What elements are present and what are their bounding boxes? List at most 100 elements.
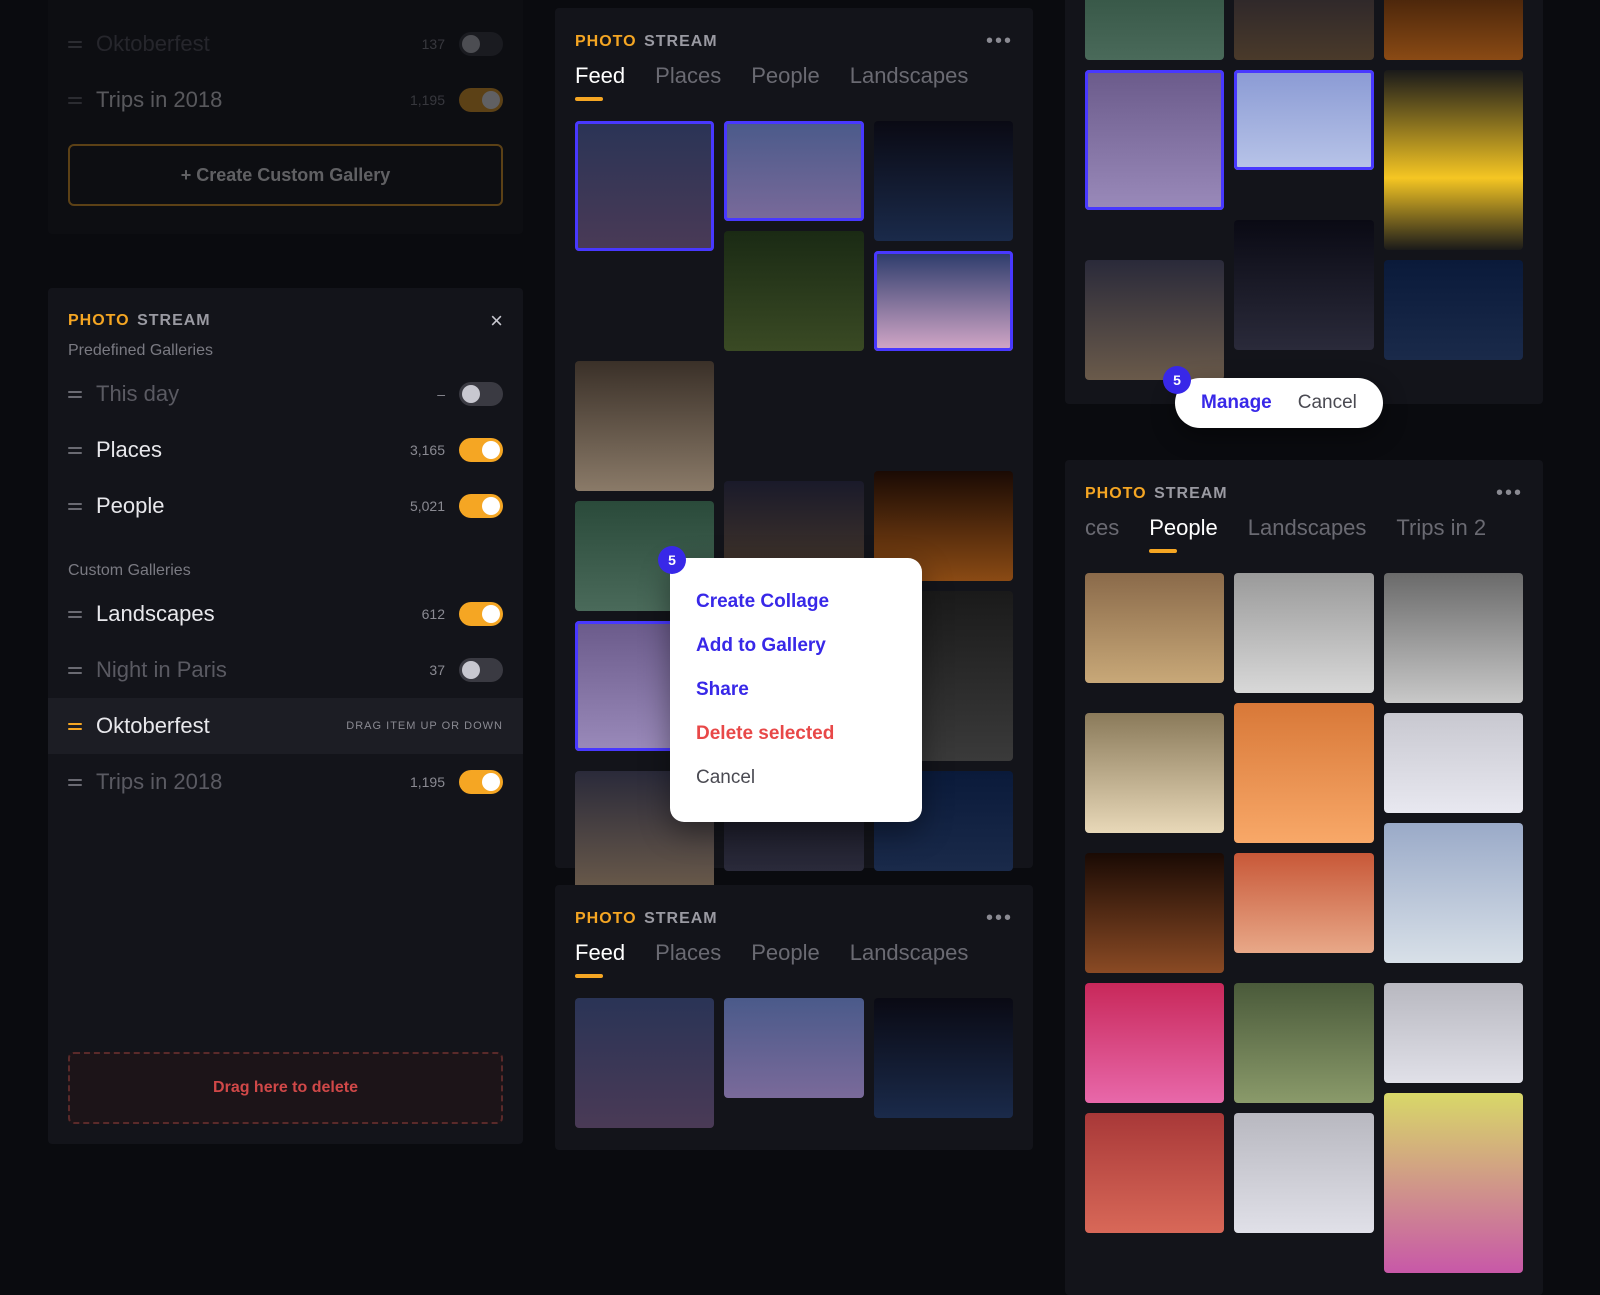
drag-icon[interactable] <box>68 97 82 104</box>
tab-feed[interactable]: Feed <box>575 940 625 978</box>
thumb[interactable] <box>874 121 1013 241</box>
photo-stream-people-panel: PHOTO STREAM ••• ces People Landscapes T… <box>1065 460 1543 1295</box>
gallery-toggle[interactable] <box>459 658 503 682</box>
gallery-row[interactable]: Night in Paris 37 <box>68 642 503 698</box>
tab-places[interactable]: Places <box>655 63 721 101</box>
gallery-row[interactable]: Trips in 2018 1,195 <box>68 754 503 810</box>
thumb[interactable] <box>1234 70 1373 170</box>
more-icon[interactable]: ••• <box>986 907 1013 930</box>
drag-icon[interactable] <box>68 391 82 398</box>
gallery-toggle[interactable] <box>459 32 503 56</box>
tab-people[interactable]: People <box>751 63 820 101</box>
tab-places-partial[interactable]: ces <box>1085 515 1119 553</box>
cancel-button[interactable]: Cancel <box>1298 392 1357 414</box>
thumb[interactable] <box>1085 0 1224 60</box>
thumb[interactable] <box>575 361 714 491</box>
gallery-row[interactable]: Landscapes 612 <box>68 586 503 642</box>
thumb[interactable] <box>575 998 714 1128</box>
photo-stream-selection-panel: 5 Manage Cancel <box>1065 0 1543 404</box>
thumb[interactable] <box>1085 853 1224 973</box>
thumb[interactable] <box>1234 220 1373 350</box>
thumb[interactable] <box>1234 703 1373 843</box>
drag-icon[interactable] <box>68 611 82 618</box>
drag-icon[interactable] <box>68 447 82 454</box>
thumb[interactable] <box>1384 260 1523 360</box>
thumb[interactable] <box>1384 983 1523 1083</box>
gallery-count: 137 <box>405 36 445 52</box>
thumb[interactable] <box>1085 983 1224 1103</box>
menu-share[interactable]: Share <box>696 668 896 712</box>
thumb[interactable] <box>1384 573 1523 703</box>
drag-hint: DRAG ITEM UP OR DOWN <box>346 720 503 732</box>
menu-delete-selected[interactable]: Delete selected <box>696 712 896 756</box>
thumb[interactable] <box>575 121 714 251</box>
close-icon[interactable]: × <box>490 308 503 334</box>
menu-cancel[interactable]: Cancel <box>696 756 896 800</box>
tab-landscapes[interactable]: Landscapes <box>1248 515 1367 553</box>
thumb[interactable] <box>1384 823 1523 963</box>
gallery-toggle[interactable] <box>459 602 503 626</box>
gallery-row[interactable]: This day – <box>68 366 503 422</box>
manage-button[interactable]: Manage <box>1201 392 1272 414</box>
gallery-row[interactable]: People 5,021 <box>68 478 503 534</box>
tabs: Feed Places People Landscapes <box>575 940 1013 978</box>
thumb[interactable] <box>724 998 863 1098</box>
thumb[interactable] <box>1384 0 1523 60</box>
thumb[interactable] <box>1234 573 1373 693</box>
thumb[interactable] <box>874 998 1013 1118</box>
thumb[interactable] <box>1234 853 1373 953</box>
menu-create-collage[interactable]: Create Collage <box>696 580 896 624</box>
thumb[interactable] <box>1085 70 1224 210</box>
thumb[interactable] <box>1085 260 1224 380</box>
tab-landscapes[interactable]: Landscapes <box>850 940 969 978</box>
gallery-toggle[interactable] <box>459 88 503 112</box>
tab-trips-partial[interactable]: Trips in 2 <box>1396 515 1486 553</box>
drag-icon[interactable] <box>68 667 82 674</box>
drag-icon[interactable] <box>68 723 82 730</box>
thumb[interactable] <box>1384 713 1523 813</box>
menu-add-to-gallery[interactable]: Add to Gallery <box>696 624 896 668</box>
gallery-label: Oktoberfest <box>96 31 391 57</box>
photo-stream-feed-panel-2: PHOTO STREAM ••• Feed Places People Land… <box>555 885 1033 1150</box>
gallery-row[interactable]: Night in Paris 37 <box>68 0 503 16</box>
tab-people[interactable]: People <box>751 940 820 978</box>
photo-stream-settings-panel: PHOTO STREAM × Predefined Galleries This… <box>48 288 523 1144</box>
delete-dropzone[interactable]: Drag here to delete <box>68 1052 503 1124</box>
tab-people[interactable]: People <box>1149 515 1218 553</box>
thumb[interactable] <box>1234 0 1373 60</box>
panel-title: PHOTO STREAM <box>575 33 718 51</box>
tab-landscapes[interactable]: Landscapes <box>850 63 969 101</box>
gallery-toggle[interactable] <box>459 382 503 406</box>
more-icon[interactable]: ••• <box>986 30 1013 53</box>
thumb[interactable] <box>1234 1113 1373 1233</box>
thumb[interactable] <box>1085 713 1224 833</box>
gallery-row[interactable]: Trips in 2018 1,195 <box>68 72 503 128</box>
thumbnail-grid <box>1085 0 1523 380</box>
gallery-row[interactable]: Places 3,165 <box>68 422 503 478</box>
thumb[interactable] <box>1085 1113 1224 1233</box>
thumb[interactable] <box>724 121 863 221</box>
more-icon[interactable]: ••• <box>1496 482 1523 505</box>
thumb[interactable] <box>1384 1093 1523 1273</box>
thumb[interactable] <box>874 251 1013 351</box>
gallery-toggle[interactable] <box>459 770 503 794</box>
tabs: Feed Places People Landscapes <box>575 63 1013 101</box>
drag-icon[interactable] <box>68 779 82 786</box>
drag-icon[interactable] <box>68 41 82 48</box>
gallery-row-dragging[interactable]: Oktoberfest DRAG ITEM UP OR DOWN <box>68 698 503 754</box>
gallery-toggle[interactable] <box>459 494 503 518</box>
thumbnail-grid <box>575 998 1013 1128</box>
thumb[interactable] <box>724 231 863 351</box>
gallery-panel-top: Night in Paris 37 Oktoberfest 137 Trips … <box>48 0 523 234</box>
tab-feed[interactable]: Feed <box>575 63 625 101</box>
thumbnail-grid <box>1085 573 1523 1273</box>
drag-icon[interactable] <box>68 503 82 510</box>
gallery-toggle[interactable] <box>459 438 503 462</box>
create-gallery-button[interactable]: + Create Custom Gallery <box>68 144 503 206</box>
thumb[interactable] <box>1384 70 1523 250</box>
thumb[interactable] <box>1234 983 1373 1103</box>
manage-pill: 5 Manage Cancel <box>1175 378 1383 428</box>
thumb[interactable] <box>1085 573 1224 683</box>
tab-places[interactable]: Places <box>655 940 721 978</box>
gallery-row[interactable]: Oktoberfest 137 <box>68 16 503 72</box>
